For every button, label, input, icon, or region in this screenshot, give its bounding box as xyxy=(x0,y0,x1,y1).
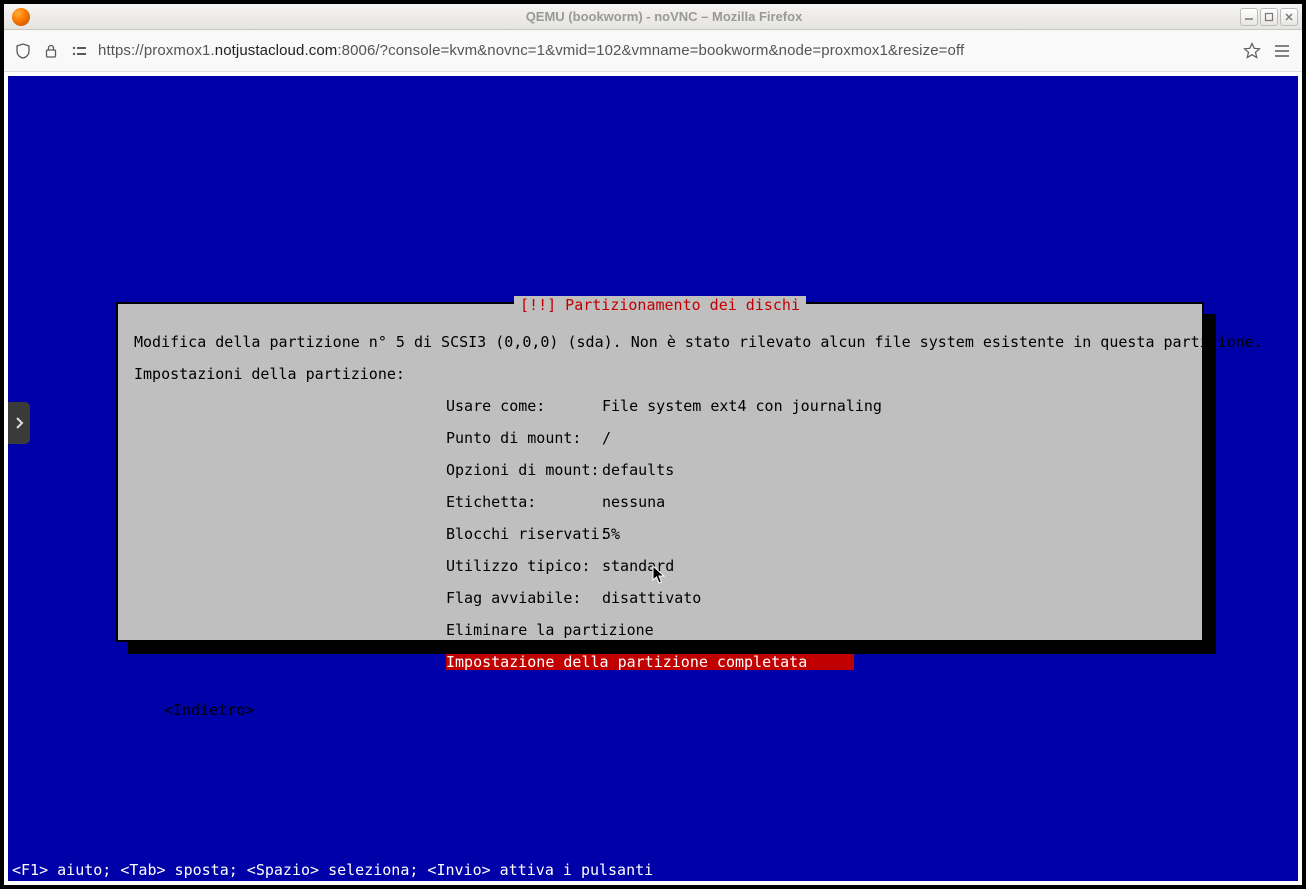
close-button[interactable] xyxy=(1280,8,1298,26)
setting-bootable-flag[interactable]: Flag avviabile:disattivato xyxy=(446,590,1186,606)
url-suffix: :8006/?console=kvm&novnc=1&vmid=102&vmna… xyxy=(337,42,964,59)
permissions-icon[interactable] xyxy=(70,42,88,60)
action-label: Impostazione della partizione completata xyxy=(446,654,854,670)
action-label: Eliminare la partizione xyxy=(446,622,854,638)
setting-label: Utilizzo tipico: xyxy=(446,558,602,574)
setting-label: Flag avviabile: xyxy=(446,590,602,606)
close-icon xyxy=(1284,12,1294,22)
setting-label: Etichetta: xyxy=(446,494,602,510)
minimize-button[interactable] xyxy=(1240,8,1258,26)
site-security-icons xyxy=(14,42,88,60)
setting-value: disattivato xyxy=(602,590,701,606)
address-bar: https://proxmox1.notjustacloud.com:8006/… xyxy=(4,30,1302,72)
bookmark-star-icon[interactable] xyxy=(1242,41,1262,61)
titlebar-left xyxy=(8,8,88,26)
back-button[interactable]: <Indietro> xyxy=(164,702,1186,718)
setting-value: / xyxy=(602,430,611,446)
dialog-title: [!!] Partizionamento dei dischi xyxy=(514,296,806,314)
maximize-button[interactable] xyxy=(1260,8,1278,26)
partition-dialog: [!!] Partizionamento dei dischi Modifica… xyxy=(116,302,1204,642)
hamburger-menu-icon[interactable] xyxy=(1272,41,1292,61)
url-host: notjustacloud.com xyxy=(215,42,338,59)
minimize-icon xyxy=(1244,12,1254,22)
vnc-console[interactable]: [!!] Partizionamento dei dischi Modifica… xyxy=(8,76,1298,881)
lock-icon[interactable] xyxy=(42,42,60,60)
window-titlebar: QEMU (bookworm) - noVNC – Mozilla Firefo… xyxy=(4,4,1302,30)
dialog-intro: Modifica della partizione n° 5 di SCSI3 … xyxy=(134,333,1263,351)
browser-window: QEMU (bookworm) - noVNC – Mozilla Firefo… xyxy=(0,0,1306,889)
novnc-panel-toggle[interactable] xyxy=(8,402,30,444)
url-display[interactable]: https://proxmox1.notjustacloud.com:8006/… xyxy=(98,42,1232,59)
firefox-icon xyxy=(12,8,30,26)
action-done-setting-up[interactable]: Impostazione della partizione completata xyxy=(446,654,1186,670)
partition-settings-menu: Usare come:File system ext4 con journali… xyxy=(446,398,1186,670)
dialog-body: Modifica della partizione n° 5 di SCSI3 … xyxy=(118,304,1202,728)
footer-help-text: <F1> aiuto; <Tab> sposta; <Spazio> selez… xyxy=(12,861,653,879)
setting-typical-usage[interactable]: Utilizzo tipico:standard xyxy=(446,558,1186,574)
setting-label: Blocchi riservati: xyxy=(446,526,602,542)
maximize-icon xyxy=(1264,12,1274,22)
setting-mount-options[interactable]: Opzioni di mount:defaults xyxy=(446,462,1186,478)
setting-mount-point[interactable]: Punto di mount:/ xyxy=(446,430,1186,446)
setting-label-row[interactable]: Etichetta:nessuna xyxy=(446,494,1186,510)
dialog-title-wrap: [!!] Partizionamento dei dischi xyxy=(118,295,1202,314)
window-title: QEMU (bookworm) - noVNC – Mozilla Firefo… xyxy=(88,9,1240,24)
dialog-settings-label: Impostazioni della partizione: xyxy=(134,365,405,383)
url-prefix: https://proxmox1. xyxy=(98,42,215,59)
action-delete-partition[interactable]: Eliminare la partizione xyxy=(446,622,1186,638)
setting-value: defaults xyxy=(602,462,674,478)
setting-value: 5% xyxy=(602,526,620,542)
window-controls xyxy=(1240,8,1298,26)
setting-use-as[interactable]: Usare come:File system ext4 con journali… xyxy=(446,398,1186,414)
setting-label: Usare come: xyxy=(446,398,602,414)
setting-label: Punto di mount: xyxy=(446,430,602,446)
setting-value: File system ext4 con journaling xyxy=(602,398,882,414)
setting-value: standard xyxy=(602,558,674,574)
chevron-right-icon xyxy=(14,416,24,430)
setting-value: nessuna xyxy=(602,494,665,510)
shield-icon[interactable] xyxy=(14,42,32,60)
setting-label: Opzioni di mount: xyxy=(446,462,602,478)
setting-reserved-blocks[interactable]: Blocchi riservati:5% xyxy=(446,526,1186,542)
